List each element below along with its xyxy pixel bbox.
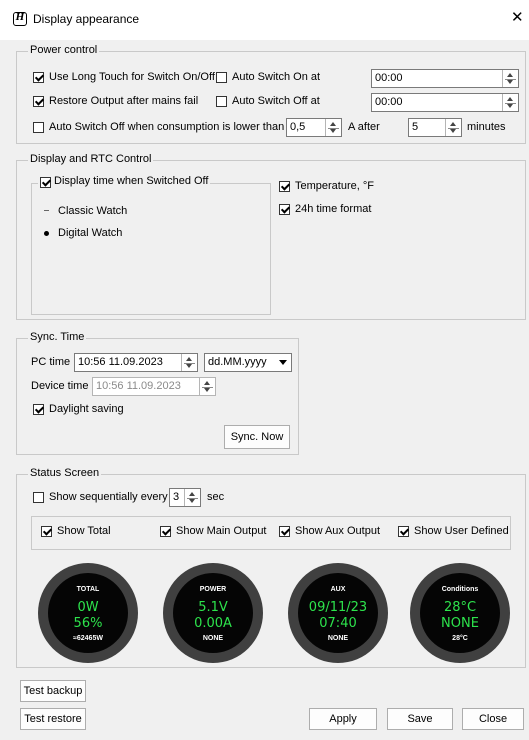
gauge-line2: NONE — [441, 616, 479, 631]
long-touch-label: Use Long Touch for Switch On/Off — [49, 71, 215, 83]
date-format-value: dd.MM.yyyy — [208, 356, 267, 368]
device-time-spinner — [199, 378, 215, 395]
auto-switch-on-checkbox[interactable] — [216, 72, 227, 83]
minutes-value: 5 — [412, 121, 419, 133]
power-control-legend: Power control — [28, 44, 100, 56]
minutes-spinner[interactable] — [445, 119, 461, 136]
restore-output-label: Restore Output after mains fail — [49, 95, 199, 107]
minutes-unit-label: minutes — [467, 121, 506, 133]
gauge-foot: NONE — [327, 635, 349, 642]
auto-switch-off-time-field[interactable]: 00:00 — [371, 93, 519, 112]
show-user-defined-checkbox[interactable] — [398, 526, 409, 537]
gauge-foot: ≈62465W — [73, 635, 103, 642]
test-backup-button[interactable]: Test backup — [20, 680, 86, 702]
gauge-line1: 0W — [77, 600, 99, 615]
gauge-line2: 0.00A — [194, 616, 232, 631]
show-sequentially-label: Show sequentially every — [49, 491, 168, 503]
sync-now-button[interactable]: Sync. Now — [224, 425, 290, 449]
device-time-field: 10:56 11.09.2023 — [92, 377, 216, 396]
show-sequentially-checkbox[interactable] — [33, 492, 44, 503]
power-gauge: POWER 5.1V 0.00A NONE — [163, 563, 263, 663]
gauge-foot: 28°C — [452, 635, 468, 642]
device-time-value: 10:56 11.09.2023 — [96, 380, 181, 392]
save-button[interactable]: Save — [387, 708, 453, 730]
gauge-head: AUX — [330, 586, 346, 593]
auto-switch-off-label: Auto Switch Off at — [232, 95, 320, 107]
amps-threshold-value: 0,5 — [290, 121, 306, 133]
time-format-checkbox[interactable] — [279, 204, 290, 215]
digital-watch-radio[interactable] — [42, 229, 51, 238]
daylight-saving-label: Daylight saving — [49, 403, 124, 415]
gauge-head: TOTAL — [76, 586, 100, 593]
amps-threshold-spinner[interactable] — [325, 119, 341, 136]
pc-time-value: 10:56 11.09.2023 — [78, 356, 163, 368]
time-format-label: 24h time format — [295, 203, 372, 215]
classic-watch-radio[interactable] — [42, 207, 51, 216]
sequential-seconds-value: 3 — [173, 491, 180, 503]
rtc-control-legend: Display and RTC Control — [28, 153, 154, 165]
pc-time-field[interactable]: 10:56 11.09.2023 — [74, 353, 198, 372]
title-bar: H Display appearance ✕ — [0, 0, 529, 40]
gauge-head: POWER — [199, 586, 227, 593]
restore-output-checkbox[interactable] — [33, 96, 44, 107]
long-touch-checkbox[interactable] — [33, 72, 44, 83]
close-button[interactable]: Close — [462, 708, 524, 730]
seconds-unit-label: sec — [207, 491, 225, 503]
show-aux-output-label: Show Aux Output — [295, 525, 380, 537]
window-title: Display appearance — [33, 12, 140, 26]
digital-watch-label: Digital Watch — [58, 227, 123, 239]
show-main-output-checkbox[interactable] — [160, 526, 171, 537]
display-time-legend: Display time when Switched Off — [38, 175, 211, 187]
daylight-saving-checkbox[interactable] — [33, 404, 44, 415]
auto-switch-on-label: Auto Switch On at — [232, 71, 321, 83]
test-restore-button[interactable]: Test restore — [20, 708, 86, 730]
gauge-line1: 09/11/23 — [308, 600, 368, 615]
apply-button[interactable]: Apply — [309, 708, 377, 730]
gauge-head: Conditions — [441, 586, 479, 593]
auto-switch-off-spinner[interactable] — [502, 94, 518, 111]
pc-time-label: PC time — [31, 356, 71, 368]
auto-switch-off-checkbox[interactable] — [216, 96, 227, 107]
gauge-line1: 28°C — [443, 600, 477, 615]
device-time-label: Device time — [31, 380, 89, 392]
aux-gauge: AUX 09/11/23 07:40 NONE — [288, 563, 388, 663]
gauge-line2: 07:40 — [319, 616, 357, 631]
amps-unit-label: A after — [348, 121, 380, 133]
display-appearance-window: H Display appearance ✕ Power control Use… — [0, 0, 529, 740]
total-gauge: TOTAL 0W 56% ≈62465W — [38, 563, 138, 663]
sequential-seconds-spinner[interactable] — [184, 489, 200, 506]
show-total-label: Show Total — [57, 525, 111, 537]
pc-time-spinner[interactable] — [181, 354, 197, 371]
auto-switch-off-time-value: 00:00 — [375, 96, 403, 108]
show-main-output-label: Show Main Output — [176, 525, 267, 537]
show-user-defined-label: Show User Defined — [414, 525, 509, 537]
auto-switch-on-spinner[interactable] — [502, 70, 518, 87]
status-screen-legend: Status Screen — [28, 467, 102, 479]
auto-switch-on-time-field[interactable]: 00:00 — [371, 69, 519, 88]
auto-switch-on-time-value: 00:00 — [375, 72, 403, 84]
sync-time-legend: Sync. Time — [28, 331, 87, 343]
display-time-checkbox[interactable] — [40, 177, 51, 188]
chevron-down-icon[interactable] — [279, 360, 287, 365]
temperature-checkbox[interactable] — [279, 181, 290, 192]
low-consumption-checkbox[interactable] — [33, 122, 44, 133]
show-total-checkbox[interactable] — [41, 526, 52, 537]
classic-watch-label: Classic Watch — [58, 205, 128, 217]
conditions-gauge: Conditions 28°C NONE 28°C — [410, 563, 510, 663]
app-icon: H — [13, 12, 27, 26]
low-consumption-label: Auto Switch Off when consumption is lowe… — [49, 121, 285, 133]
temperature-label: Temperature, °F — [295, 180, 374, 192]
gauge-line2: 56% — [73, 616, 103, 631]
gauge-foot: NONE — [202, 635, 224, 642]
show-aux-output-checkbox[interactable] — [279, 526, 290, 537]
display-time-group — [31, 183, 271, 315]
gauge-line1: 5.1V — [198, 600, 228, 615]
close-icon[interactable]: ✕ — [511, 10, 524, 25]
